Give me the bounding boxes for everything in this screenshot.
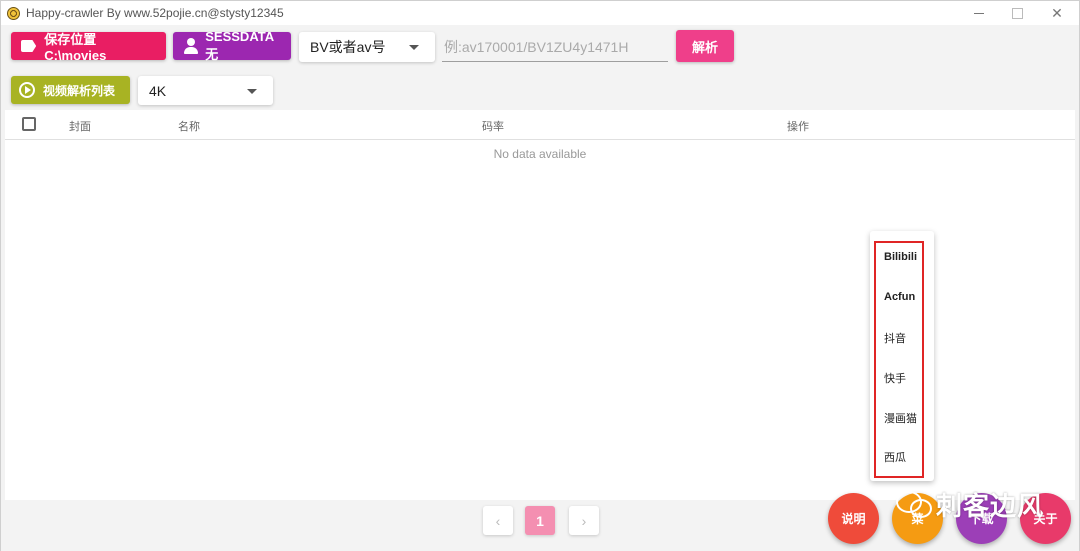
table-header: 封面 名称 码率 操作: [5, 110, 1075, 140]
sessdata-label: SESSDATA 无: [205, 29, 274, 62]
menu-fab[interactable]: 菜: [892, 493, 943, 544]
menu-item-kuaishou[interactable]: 快手: [884, 370, 906, 386]
chevron-down-icon: [247, 88, 257, 94]
about-fab[interactable]: 关于: [1020, 493, 1071, 544]
menu-item-acfun[interactable]: Acfun: [884, 291, 915, 303]
select-all-checkbox[interactable]: [22, 117, 36, 131]
pagination-page-button[interactable]: 1: [525, 506, 555, 535]
quality-select[interactable]: 4K: [138, 76, 273, 105]
platform-menu: Bilibili Acfun 抖音 快手 漫画猫 西瓜: [870, 231, 934, 481]
save-location-button[interactable]: 保存位置 C:\movies: [11, 32, 166, 63]
download-fab[interactable]: 下载: [956, 493, 1007, 544]
header-actions[interactable]: 操作: [787, 118, 809, 134]
person-icon: [183, 38, 199, 54]
id-type-select[interactable]: BV或者av号: [299, 32, 435, 62]
app-window: Happy-crawler By www.52pojie.cn@stysty12…: [0, 0, 1080, 551]
menu-item-xigua[interactable]: 西瓜: [884, 449, 906, 465]
empty-state-text: No data available: [493, 147, 587, 161]
header-bitrate[interactable]: 码率: [482, 118, 504, 134]
menu-item-douyin[interactable]: 抖音: [884, 330, 906, 346]
title-bar: Happy-crawler By www.52pojie.cn@stysty12…: [1, 1, 1079, 25]
save-location-label: 保存位置 C:\movies: [44, 32, 107, 63]
header-cover[interactable]: 封面: [69, 118, 91, 134]
play-circle-icon: [19, 82, 35, 98]
id-type-value: BV或者av号: [310, 39, 386, 55]
window-title: Happy-crawler By www.52pojie.cn@stysty12…: [26, 6, 284, 20]
maximize-button[interactable]: [997, 1, 1037, 25]
pagination-prev-button[interactable]: ‹: [483, 506, 513, 535]
parse-button[interactable]: 解析: [676, 30, 734, 62]
menu-item-manhuamao[interactable]: 漫画猫: [884, 410, 917, 426]
header-name[interactable]: 名称: [178, 118, 200, 134]
menu-item-bilibili[interactable]: Bilibili: [884, 251, 917, 263]
app-logo-icon: [7, 6, 20, 20]
help-fab[interactable]: 说明: [828, 493, 879, 544]
video-id-input[interactable]: [442, 32, 668, 62]
video-list-button[interactable]: 视频解析列表: [11, 76, 130, 104]
tag-icon: [21, 40, 37, 52]
quality-value: 4K: [149, 82, 167, 99]
pagination-next-button[interactable]: ›: [569, 506, 599, 535]
highlight-box: [874, 241, 924, 478]
close-button[interactable]: ✕: [1037, 1, 1077, 25]
minimize-button[interactable]: [959, 1, 999, 25]
chevron-down-icon: [409, 45, 419, 50]
sessdata-button[interactable]: SESSDATA 无: [173, 29, 291, 62]
video-list-label: 视频解析列表: [43, 83, 116, 98]
